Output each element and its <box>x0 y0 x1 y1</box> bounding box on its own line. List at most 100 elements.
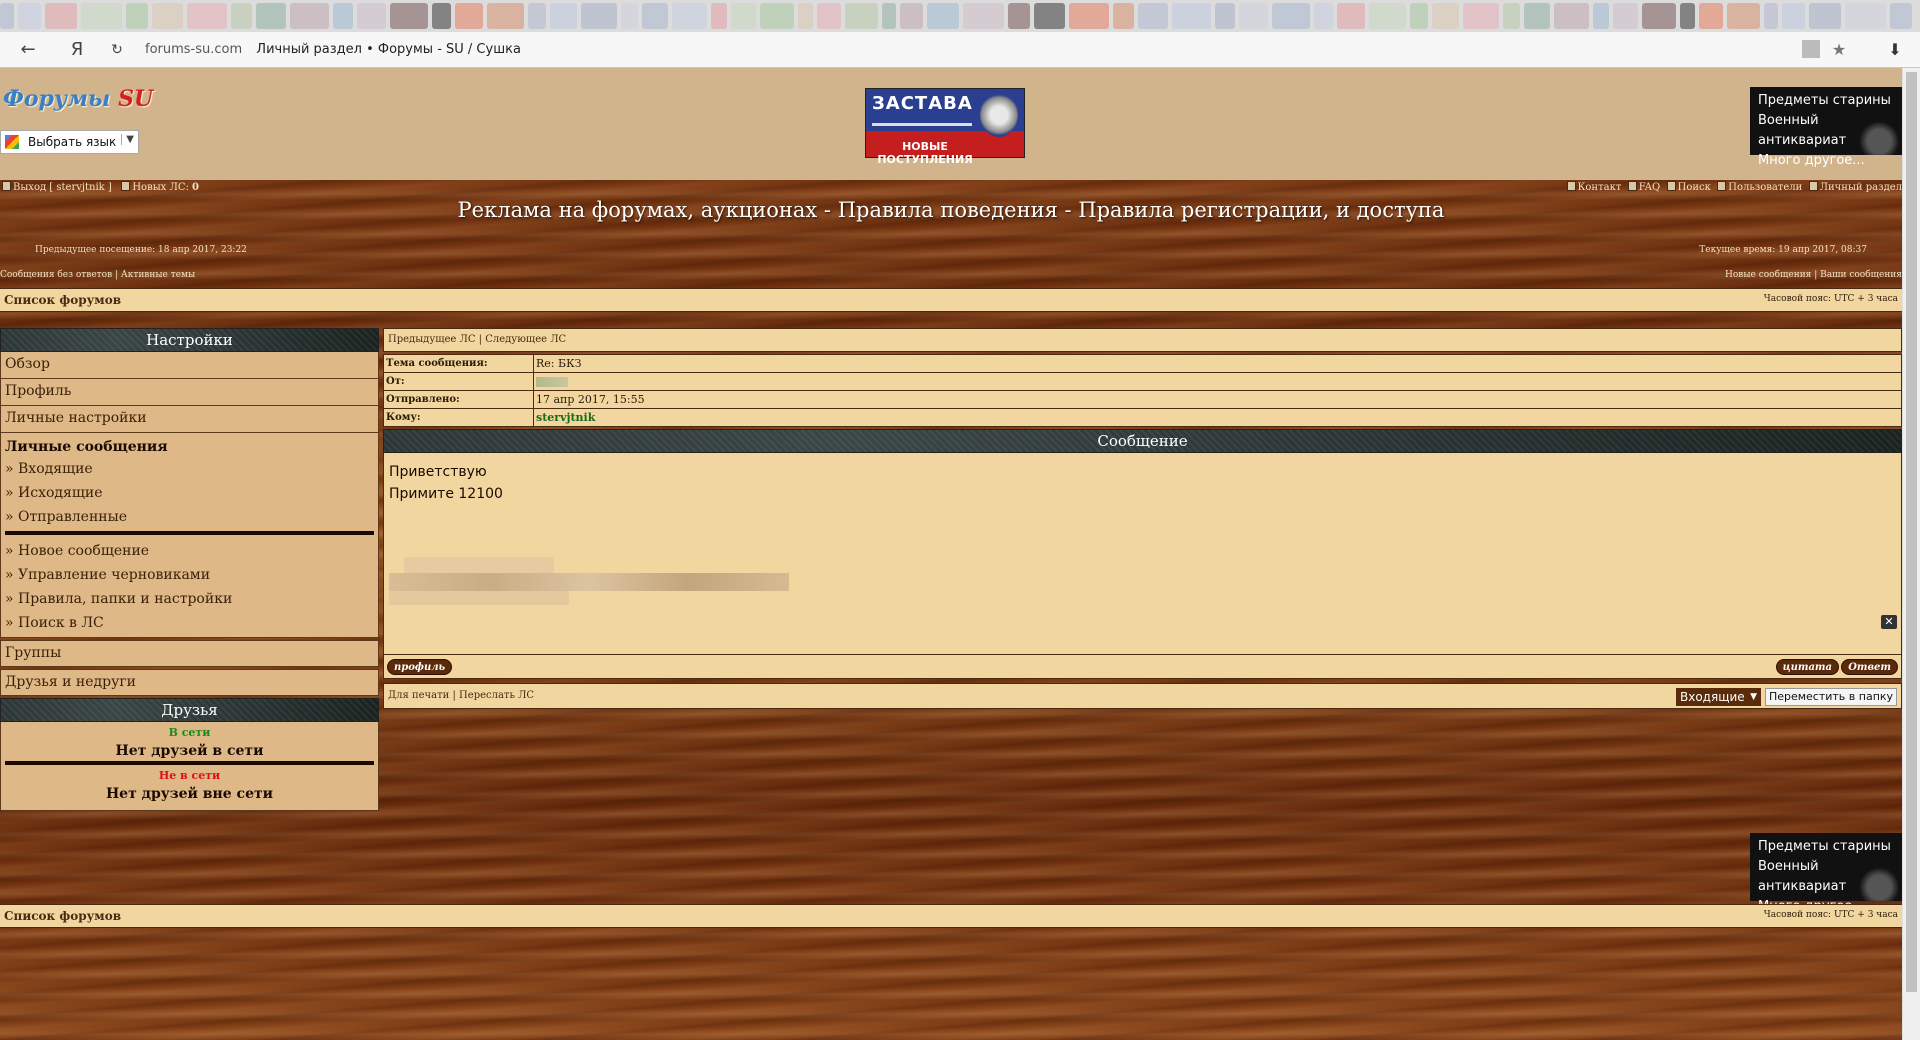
personal-area-link[interactable]: Личный раздел <box>1820 182 1902 193</box>
browser-tab[interactable] <box>18 3 41 29</box>
browser-tab[interactable] <box>81 3 122 29</box>
browser-tab[interactable] <box>1239 3 1268 29</box>
pm-menu-title[interactable]: Личные сообщения <box>5 437 374 457</box>
from-value[interactable] <box>533 372 1902 391</box>
browser-tab[interactable] <box>1764 3 1778 29</box>
new-pm-link[interactable]: Новых ЛС: <box>132 182 189 193</box>
scrollbar-thumb[interactable] <box>1906 72 1917 992</box>
reply-button[interactable]: Ответ <box>1841 659 1898 675</box>
browser-tab[interactable] <box>1463 3 1499 29</box>
star-icon[interactable]: ★ <box>1829 40 1849 60</box>
users-link[interactable]: Пользователи <box>1728 182 1802 193</box>
search-links-right[interactable]: Новые сообщения | Ваши сообщения <box>1725 270 1902 280</box>
browser-tab[interactable] <box>621 3 638 29</box>
pm-rules-link[interactable]: » Правила, папки и настройки <box>5 587 374 611</box>
browser-tab[interactable] <box>1727 3 1760 29</box>
browser-tab[interactable] <box>0 3 14 29</box>
sidebar-item-personal-settings[interactable]: Личные настройки <box>0 406 379 433</box>
browser-tab[interactable] <box>1113 3 1134 29</box>
pm-drafts-link[interactable]: » Управление черновиками <box>5 563 374 587</box>
contact-link[interactable]: Контакт <box>1578 182 1622 193</box>
move-to-folder-button[interactable]: Переместить в папку <box>1765 688 1897 706</box>
browser-tab[interactable] <box>1890 3 1912 29</box>
browser-tab[interactable] <box>333 3 353 29</box>
browser-tab[interactable] <box>731 3 756 29</box>
browser-tab[interactable] <box>1369 3 1406 29</box>
browser-tab[interactable] <box>1524 3 1550 29</box>
browser-tab[interactable] <box>1008 3 1030 29</box>
browser-tab[interactable] <box>290 3 329 29</box>
browser-tab[interactable] <box>1172 3 1211 29</box>
pm-sent-link[interactable]: » Отправленные <box>5 505 374 529</box>
browser-tab[interactable] <box>927 3 959 29</box>
antique-ad-top[interactable]: Предметы старины Военный антиквариат Мно… <box>1750 87 1902 168</box>
browser-tab[interactable] <box>711 3 727 29</box>
print-forward-links[interactable]: Для печати | Переслать ЛС <box>388 690 534 701</box>
browser-tab[interactable] <box>126 3 148 29</box>
browser-tab[interactable] <box>963 3 1004 29</box>
browser-tab[interactable] <box>760 3 794 29</box>
browser-tab[interactable] <box>231 3 252 29</box>
browser-tab[interactable] <box>550 3 577 29</box>
forum-list-link[interactable]: Список форумов <box>4 293 121 307</box>
browser-tab[interactable] <box>900 3 923 29</box>
reload-icon[interactable]: ↻ <box>105 38 129 62</box>
browser-tab[interactable] <box>1314 3 1333 29</box>
browser-tab[interactable] <box>1337 3 1365 29</box>
browser-tab[interactable] <box>798 3 813 29</box>
browser-tab[interactable] <box>256 3 286 29</box>
browser-tab[interactable] <box>528 3 546 29</box>
vertical-scrollbar[interactable] <box>1902 68 1920 1040</box>
browser-tab[interactable] <box>581 3 617 29</box>
browser-tab[interactable] <box>1613 3 1638 29</box>
browser-tab[interactable] <box>845 3 878 29</box>
zastava-ad-banner[interactable]: ЗАСТАВА НОВЫЕ ПОСТУПЛЕНИЯ <box>865 88 1025 166</box>
browser-tab[interactable] <box>152 3 183 29</box>
browser-tab[interactable] <box>642 3 668 29</box>
browser-tab[interactable] <box>45 3 77 29</box>
recipient-link[interactable]: stervjtnik <box>533 408 1902 427</box>
pm-search-link[interactable]: » Поиск в ЛС <box>5 611 374 635</box>
browser-tab[interactable] <box>1069 3 1109 29</box>
sidebar-item-friends-foes[interactable]: Друзья и недруги <box>0 669 379 696</box>
browser-tab[interactable] <box>1782 3 1805 29</box>
url-field[interactable]: forums-su.com Личный раздел • Форумы - S… <box>145 42 521 57</box>
browser-tab[interactable] <box>817 3 841 29</box>
sidebar-item-profile[interactable]: Профиль <box>0 379 379 406</box>
pm-outbox-link[interactable]: » Исходящие <box>5 481 374 505</box>
download-icon[interactable]: ⬇ <box>1885 40 1905 60</box>
search-links-left[interactable]: Сообщения без ответов | Активные темы <box>0 270 195 280</box>
logout-link[interactable]: Выход [ stervjtnik ] <box>13 182 112 193</box>
quote-button[interactable]: цитата <box>1775 659 1839 675</box>
browser-tab[interactable] <box>1272 3 1310 29</box>
profile-button[interactable]: профиль <box>387 659 453 675</box>
sidebar-item-overview[interactable]: Обзор <box>0 352 379 379</box>
antique-ad-bottom[interactable]: Предметы старины Военный антиквариат Мно… <box>1750 833 1902 914</box>
browser-tab[interactable] <box>1503 3 1520 29</box>
browser-tab[interactable] <box>1138 3 1168 29</box>
site-logo[interactable]: Форумы SU <box>3 86 153 112</box>
folder-select[interactable]: Входящие ▼ <box>1676 688 1761 706</box>
browser-tab[interactable] <box>1680 3 1695 29</box>
report-icon[interactable]: ✕ <box>1881 615 1897 629</box>
language-select[interactable]: Выбрать язык ▼ <box>0 130 139 154</box>
browser-tab[interactable] <box>432 3 451 29</box>
browser-tab[interactable] <box>1215 3 1235 29</box>
browser-tab[interactable] <box>357 3 386 29</box>
browser-tab[interactable] <box>390 3 428 29</box>
browser-tab[interactable] <box>1593 3 1609 29</box>
forum-list-link[interactable]: Список форумов <box>4 909 121 923</box>
browser-tab[interactable] <box>672 3 707 29</box>
browser-tab[interactable] <box>1034 3 1065 29</box>
browser-tab[interactable] <box>1432 3 1459 29</box>
browser-tab[interactable] <box>1410 3 1428 29</box>
sidebar-item-groups[interactable]: Группы <box>0 640 379 667</box>
browser-tab[interactable] <box>1642 3 1676 29</box>
pm-prev-next-nav[interactable]: Предыдущее ЛС | Следующее ЛС <box>383 328 1902 352</box>
search-link[interactable]: Поиск <box>1678 182 1711 193</box>
pm-inbox-link[interactable]: » Входящие <box>5 457 374 481</box>
browser-tab[interactable] <box>487 3 524 29</box>
pm-new-message-link[interactable]: » Новое сообщение <box>5 539 374 563</box>
browser-tab[interactable] <box>1554 3 1589 29</box>
back-icon[interactable]: ← <box>16 38 40 62</box>
